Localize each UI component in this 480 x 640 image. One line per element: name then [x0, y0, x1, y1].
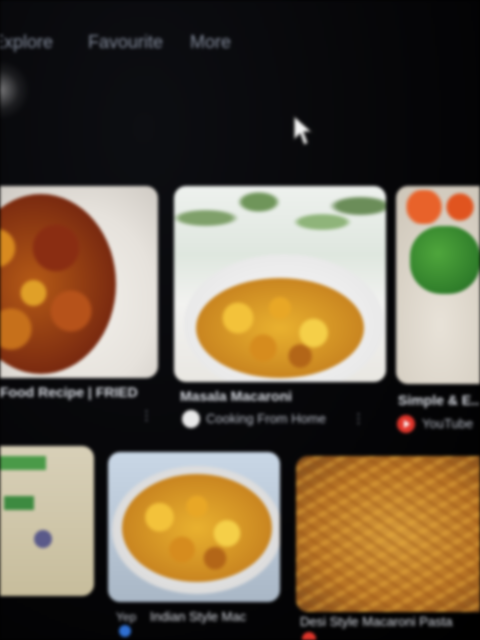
screen-glare — [0, 60, 30, 120]
recipe-card-1[interactable] — [0, 186, 158, 378]
youtube-icon — [397, 415, 415, 433]
nav-more-link[interactable]: More — [190, 32, 231, 53]
recipe-source-2[interactable]: Cooking From Home — [206, 411, 336, 426]
nav-explore-link[interactable]: Explore — [0, 32, 53, 53]
recipe-title-6[interactable]: Desi Style Macaroni Pasta — [300, 614, 480, 629]
recipe-title-2[interactable]: Masala Macaroni — [180, 388, 380, 404]
recipe-card-6[interactable] — [296, 456, 480, 612]
source-avatar-icon — [182, 410, 200, 428]
recipe-source-5-prefix: Yep — [116, 610, 137, 624]
recipe-thumbnail-pasta-yellow — [122, 474, 272, 582]
more-dots-icon[interactable]: ⋮ — [140, 408, 153, 424]
recipe-thumbnail-macaroni — [196, 278, 364, 378]
recipe-title-5[interactable]: Indian Style Mac — [150, 609, 290, 624]
recipe-title-1[interactable]: Food Recipe | FRIED — [0, 384, 158, 400]
package-green-band-2 — [4, 496, 34, 510]
pinterest-icon — [119, 625, 131, 637]
recipe-card-4[interactable] — [0, 446, 94, 596]
recipe-thumbnail-curry — [0, 194, 116, 374]
top-nav: Explore Favourite More — [0, 28, 480, 64]
recipe-card-3[interactable] — [396, 186, 480, 384]
broccoli — [410, 226, 480, 294]
package-green-band — [0, 456, 46, 470]
recipe-card-5[interactable] — [108, 452, 280, 602]
more-dots-icon[interactable]: ⋮ — [352, 411, 365, 427]
package-emblem — [34, 530, 52, 548]
source-avatar-icon — [302, 632, 316, 640]
nav-favourite-link[interactable]: Favourite — [88, 32, 163, 53]
carrot-slices — [406, 190, 480, 224]
recipe-title-3[interactable]: Simple & E... — [398, 392, 480, 408]
screen: Explore Favourite More Food Recipe | FRI… — [0, 0, 480, 640]
recipe-card-2[interactable] — [174, 186, 386, 382]
cursor-pointer-icon — [293, 114, 314, 146]
recipe-source-3[interactable]: YouTube — [422, 416, 480, 431]
